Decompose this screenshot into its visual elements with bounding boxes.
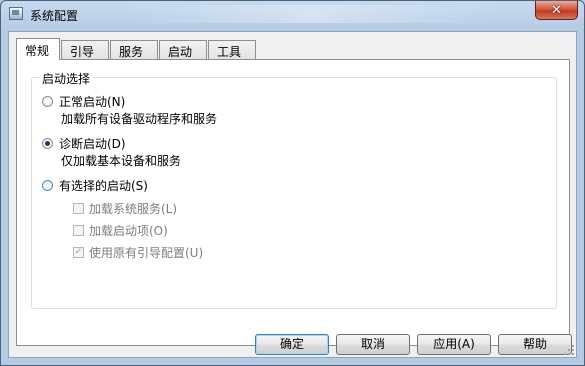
selective-startup-radio[interactable]: 有选择的启动(S) — [42, 177, 148, 194]
system-config-icon — [9, 7, 23, 20]
apply-button[interactable]: 应用(A) — [417, 334, 491, 355]
title-bar[interactable]: 系统配置 ✕ — [1, 1, 584, 27]
help-button[interactable]: 帮助 — [498, 334, 572, 355]
group-title: 启动选择 — [40, 70, 93, 87]
dialog-client-area: 常规 引导 服务 启动 工具 启动选择 正常启动(N) 加载所有设备驱动程序和服… — [8, 31, 577, 358]
tab-startup[interactable]: 启动 — [159, 40, 207, 59]
system-config-window: 系统配置 ✕ 常规 引导 服务 启动 工具 启动选择 正常启动(N) 加载所有设… — [0, 0, 585, 366]
diagnostic-startup-desc: 仅加载基本设备和服务 — [61, 154, 182, 168]
resize-grip-icon[interactable] — [564, 345, 574, 355]
radio-circle-icon — [42, 180, 53, 191]
tab-tools[interactable]: 工具 — [208, 40, 256, 59]
diagnostic-startup-radio[interactable]: 诊断启动(D) — [42, 135, 126, 152]
normal-startup-radio[interactable]: 正常启动(N) — [42, 93, 125, 110]
close-button[interactable]: ✕ — [535, 1, 578, 20]
title-bar-glass — [121, 5, 501, 23]
normal-startup-desc: 加载所有设备驱动程序和服务 — [61, 112, 218, 126]
checkmark-icon: ✓ — [73, 247, 84, 258]
startup-selection-group: 启动选择 正常启动(N) 加载所有设备驱动程序和服务 诊断启动(D) 仅加载基本… — [31, 70, 557, 309]
general-tab-panel: 启动选择 正常启动(N) 加载所有设备驱动程序和服务 诊断启动(D) 仅加载基本… — [16, 59, 570, 346]
radio-circle-icon — [42, 96, 53, 107]
checkbox-icon — [73, 225, 84, 236]
close-icon: ✕ — [551, 2, 562, 18]
load-system-services-label: 加载系统服务(L) — [89, 202, 178, 216]
window-title: 系统配置 — [30, 9, 79, 23]
load-startup-items-label: 加载启动项(O) — [89, 224, 168, 238]
tab-general[interactable]: 常规 — [16, 38, 60, 60]
use-original-boot-config-checkbox[interactable]: ✓ 使用原有引导配置(U) — [73, 244, 203, 261]
radio-checked-icon — [42, 138, 53, 149]
load-system-services-checkbox[interactable]: 加载系统服务(L) — [73, 200, 177, 217]
normal-startup-label: 正常启动(N) — [59, 95, 126, 109]
diagnostic-startup-label: 诊断启动(D) — [59, 137, 126, 151]
tab-boot[interactable]: 引导 — [61, 40, 109, 59]
load-startup-items-checkbox[interactable]: 加载启动项(O) — [73, 222, 168, 239]
tab-services[interactable]: 服务 — [110, 40, 158, 59]
checkbox-icon — [73, 203, 84, 214]
ok-button[interactable]: 确定 — [255, 334, 329, 355]
selective-startup-label: 有选择的启动(S) — [59, 179, 148, 193]
cancel-button[interactable]: 取消 — [336, 334, 410, 355]
use-original-boot-config-label: 使用原有引导配置(U) — [89, 246, 204, 260]
